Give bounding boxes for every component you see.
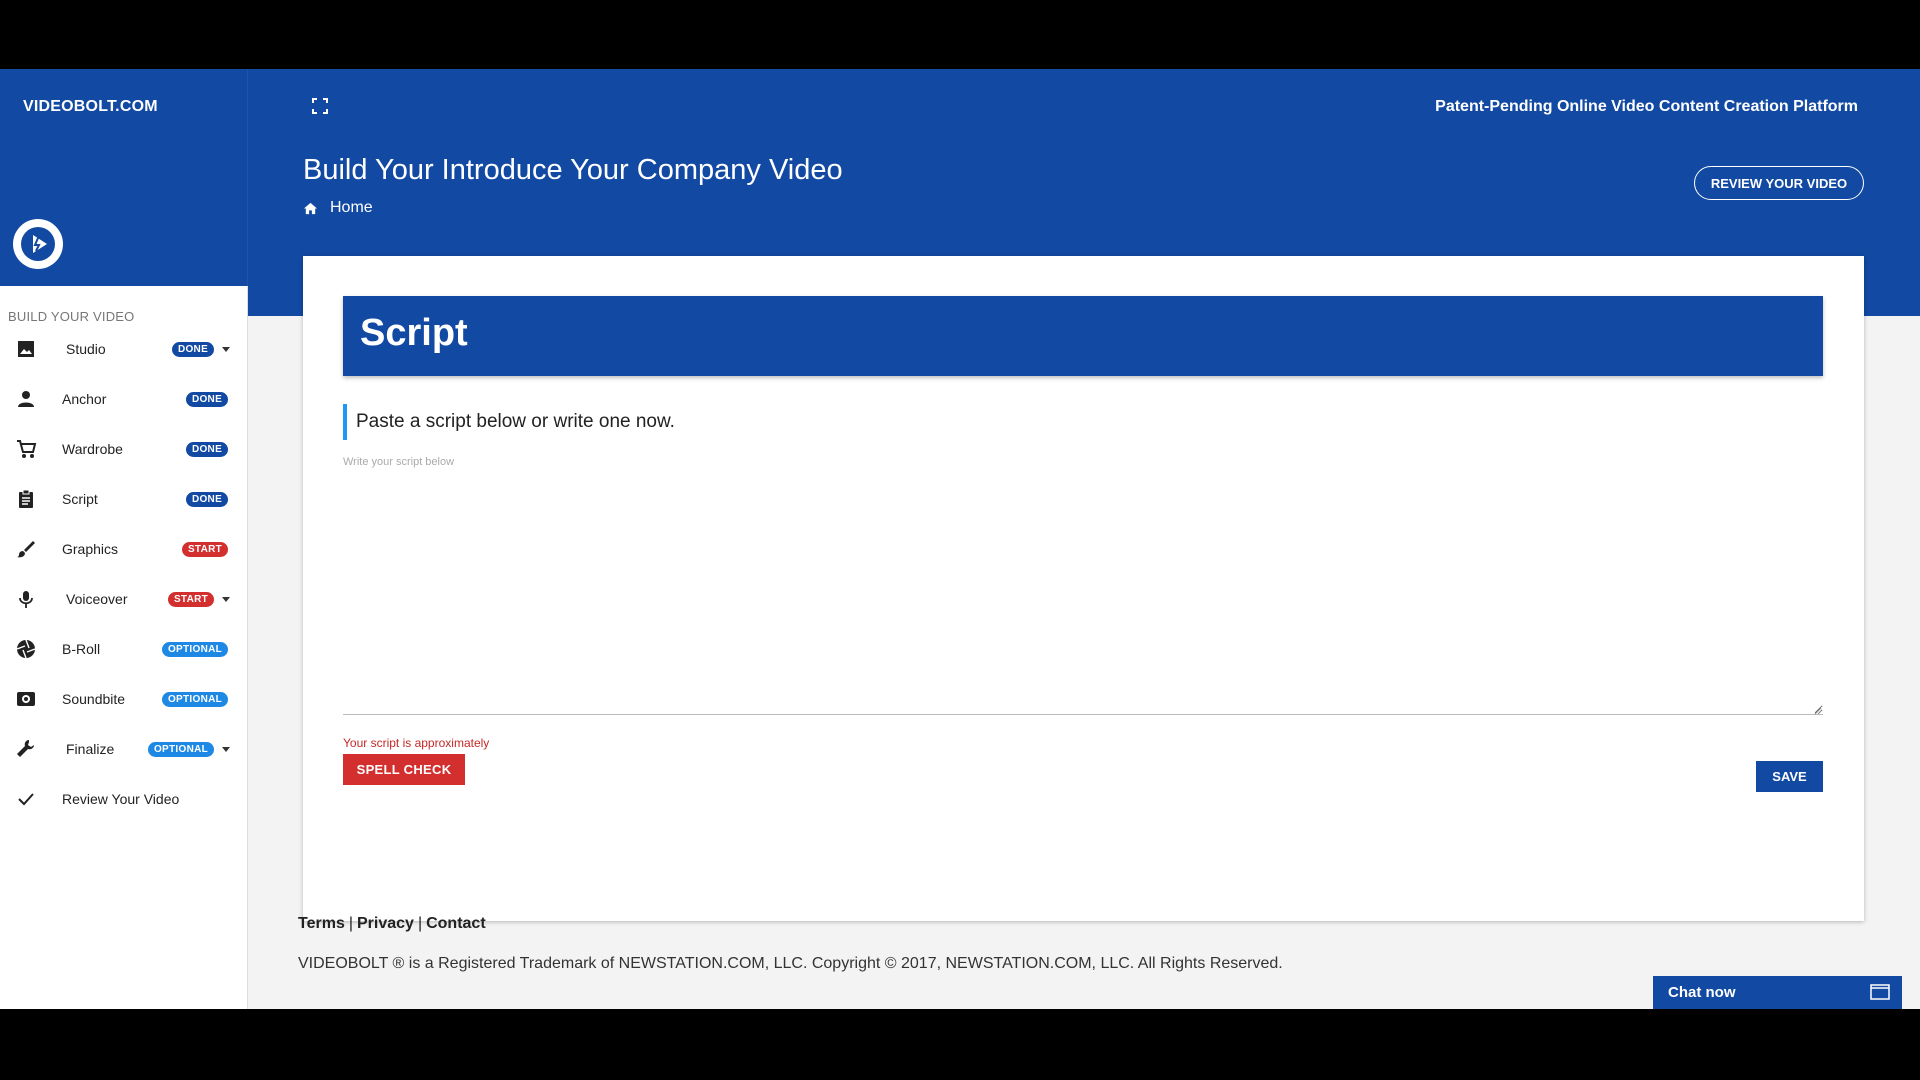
breadcrumb: Home: [303, 199, 373, 217]
sidebar-item-voiceover[interactable]: Voiceover START: [0, 579, 248, 619]
script-length-text: Your script is approximately: [343, 736, 490, 750]
home-icon: [303, 202, 318, 214]
breadcrumb-home[interactable]: Home: [330, 199, 373, 217]
footer-links: Terms | Privacy | Contact: [298, 915, 486, 933]
sidebar-heading: BUILD YOUR VIDEO: [8, 309, 135, 324]
chevron-down-icon[interactable]: [222, 596, 230, 602]
app: Patent-Pending Online Video Content Crea…: [0, 69, 1920, 1009]
sidebar-item-finalize[interactable]: Finalize OPTIONAL: [0, 729, 248, 769]
script-card: Script Paste a script below or write one…: [303, 256, 1864, 921]
status-badge: START: [182, 541, 228, 557]
sidebar-item-label: B-Roll: [62, 641, 101, 657]
chat-label: Chat now: [1668, 984, 1736, 1001]
sidebar-item-script[interactable]: Script DONE: [0, 479, 248, 519]
review-your-video-button[interactable]: REVIEW YOUR VIDEO: [1694, 166, 1864, 200]
card-header: Script: [343, 296, 1823, 376]
brand-name[interactable]: VIDEOBOLT.COM: [23, 98, 158, 116]
sidebar-item-soundbite[interactable]: Soundbite OPTIONAL: [0, 679, 248, 719]
sidebar-item-wardrobe[interactable]: Wardrobe DONE: [0, 429, 248, 469]
sidebar-item-label: Finalize: [66, 741, 115, 757]
save-button[interactable]: SAVE: [1756, 761, 1823, 792]
logo[interactable]: [13, 219, 63, 269]
tagline: Patent-Pending Online Video Content Crea…: [1435, 98, 1858, 115]
letterbox-bottom: [0, 1009, 1920, 1080]
chevron-down-icon[interactable]: [222, 746, 230, 752]
wrench-icon: [14, 737, 38, 761]
sidebar-item-label: Studio: [66, 341, 106, 357]
sidebar-item-graphics[interactable]: Graphics START: [0, 529, 248, 569]
footer-separator: |: [348, 915, 353, 932]
sidebar: BUILD YOUR VIDEO Studio DONE Anchor DONE War…: [0, 286, 248, 1009]
status-badge: OPTIONAL: [148, 741, 214, 757]
chevron-down-icon[interactable]: [222, 346, 230, 352]
sidebar-item-review-your-video[interactable]: Review Your Video: [0, 779, 248, 819]
sidebar-item-b-roll[interactable]: B-Roll OPTIONAL: [0, 629, 248, 669]
sidebar-item-label: Anchor: [62, 391, 107, 407]
status-badge: DONE: [186, 491, 228, 507]
script-textarea[interactable]: [343, 456, 1823, 715]
copyright-text: VIDEOBOLT ® is a Registered Trademark of…: [298, 955, 1283, 972]
status-badge: START: [168, 591, 214, 607]
sidebar-item-label: Wardrobe: [62, 441, 123, 457]
sidebar-item-label: Review Your Video: [62, 791, 180, 807]
check-icon: [14, 787, 38, 811]
speaker-icon: [14, 687, 38, 711]
sidebar-item-label: Graphics: [62, 541, 119, 557]
resize-grip-icon[interactable]: [1812, 705, 1822, 715]
sidebar-item-label: Voiceover: [66, 591, 128, 607]
sidebar-item-label: Script: [62, 491, 98, 507]
privacy-link[interactable]: Privacy: [357, 915, 414, 932]
status-badge: DONE: [186, 441, 228, 457]
status-badge: DONE: [186, 391, 228, 407]
script-instruction: Paste a script below or write one now.: [343, 404, 675, 440]
page-title: Build Your Introduce Your Company Video: [303, 154, 843, 186]
letterbox-top: [0, 0, 1920, 69]
image-icon: [14, 337, 38, 361]
cart-icon: [14, 437, 38, 461]
sidebar-item-anchor[interactable]: Anchor DONE: [0, 379, 248, 419]
status-badge: OPTIONAL: [162, 691, 228, 707]
clipboard-icon: [14, 487, 38, 511]
status-badge: OPTIONAL: [162, 641, 228, 657]
card-title: Script: [360, 312, 468, 354]
footer-separator: |: [417, 915, 423, 932]
brush-icon: [14, 537, 38, 561]
fullscreen-icon[interactable]: [310, 96, 330, 116]
microphone-icon: [14, 587, 38, 611]
terms-link[interactable]: Terms: [298, 915, 345, 932]
person-icon: [14, 387, 38, 411]
spell-check-button[interactable]: SPELL CHECK: [343, 754, 465, 785]
videobolt-logo-icon: [21, 227, 55, 261]
camera-aperture-icon: [14, 637, 38, 661]
sidebar-header: VIDEOBOLT.COM: [0, 69, 248, 286]
chat-widget[interactable]: Chat now: [1653, 976, 1902, 1009]
sidebar-item-studio[interactable]: Studio DONE: [0, 329, 248, 369]
status-badge: DONE: [172, 341, 214, 357]
contact-link[interactable]: Contact: [426, 915, 486, 932]
chat-window-icon[interactable]: [1870, 984, 1890, 1000]
sidebar-item-label: Soundbite: [62, 691, 126, 707]
